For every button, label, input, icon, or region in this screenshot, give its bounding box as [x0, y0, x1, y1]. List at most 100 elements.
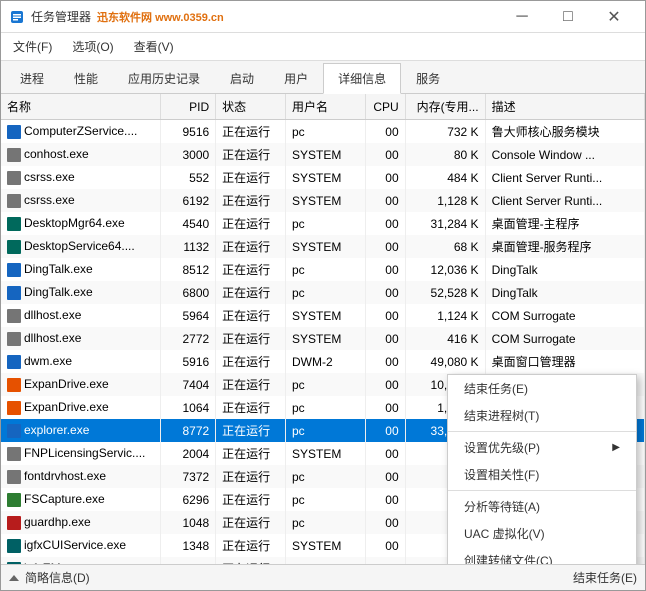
cell-cpu: 00	[365, 166, 405, 189]
window-title: 任务管理器	[31, 8, 91, 25]
cell-pid: 1132	[161, 235, 216, 258]
cell-name: csrss.exe	[1, 166, 161, 189]
cell-desc: 桌面窗口管理器	[485, 350, 644, 373]
cell-mem: 12,036 K	[405, 258, 485, 281]
col-header-name[interactable]: 名称	[1, 94, 161, 120]
menu-bar: 文件(F) 选项(O) 查看(V)	[1, 33, 645, 61]
cell-pid: 1048	[161, 511, 216, 534]
cell-name: DingTalk.exe	[1, 258, 161, 281]
col-header-status[interactable]: 状态	[216, 94, 286, 120]
status-brief-label: 简略信息(D)	[25, 569, 90, 586]
cell-user: pc	[286, 511, 366, 534]
tab-app-history[interactable]: 应用历史记录	[113, 63, 215, 93]
table-row[interactable]: DingTalk.exe 8512 正在运行 pc 00 12,036 K Di…	[1, 258, 645, 281]
cell-desc: Client Server Runti...	[485, 166, 644, 189]
triangle-up-icon	[9, 575, 19, 581]
cell-name: DesktopMgr64.exe	[1, 212, 161, 235]
cell-user: pc	[286, 281, 366, 304]
cell-name: csrss.exe	[1, 189, 161, 212]
cell-user: pc	[286, 120, 366, 144]
cell-mem: 31,284 K	[405, 212, 485, 235]
cell-cpu: 00	[365, 143, 405, 166]
table-row[interactable]: dwm.exe 5916 正在运行 DWM-2 00 49,080 K 桌面窗口…	[1, 350, 645, 373]
title-left: 任务管理器 迅东软件网 www.0359.cn	[9, 8, 224, 25]
tab-details[interactable]: 详细信息	[323, 63, 401, 94]
cell-status: 正在运行	[216, 166, 286, 189]
table-row[interactable]: DingTalk.exe 6800 正在运行 pc 00 52,528 K Di…	[1, 281, 645, 304]
cell-user: pc	[286, 373, 366, 396]
cell-desc: DingTalk	[485, 281, 644, 304]
cell-user: SYSTEM	[286, 304, 366, 327]
col-header-desc[interactable]: 描述	[485, 94, 644, 120]
cell-user: SYSTEM	[286, 189, 366, 212]
table-row[interactable]: csrss.exe 552 正在运行 SYSTEM 00 484 K Clien…	[1, 166, 645, 189]
cell-cpu: 00	[365, 281, 405, 304]
cell-user: pc	[286, 396, 366, 419]
context-menu-item[interactable]: 设置相关性(F)	[448, 461, 636, 488]
table-row[interactable]: csrss.exe 6192 正在运行 SYSTEM 00 1,128 K Cl…	[1, 189, 645, 212]
status-end-task[interactable]: 结束任务(E)	[573, 569, 637, 586]
cell-cpu: 00	[365, 212, 405, 235]
cell-name: dllhost.exe	[1, 304, 161, 327]
table-row[interactable]: dllhost.exe 2772 正在运行 SYSTEM 00 416 K CO…	[1, 327, 645, 350]
context-menu-item[interactable]: 设置优先级(P)▶	[448, 434, 636, 461]
cell-pid: 552	[161, 166, 216, 189]
tab-users[interactable]: 用户	[269, 63, 323, 93]
context-menu-item[interactable]: 结束进程树(T)	[448, 402, 636, 429]
context-menu-item[interactable]: 结束任务(E)	[448, 375, 636, 402]
close-button[interactable]: ✕	[591, 1, 637, 33]
cell-status: 正在运行	[216, 327, 286, 350]
cell-status: 正在运行	[216, 534, 286, 557]
table-row[interactable]: DesktopService64.... 1132 正在运行 SYSTEM 00…	[1, 235, 645, 258]
col-header-mem[interactable]: 内存(专用...	[405, 94, 485, 120]
menu-options[interactable]: 选项(O)	[64, 35, 121, 58]
tab-startup[interactable]: 启动	[215, 63, 269, 93]
cell-desc: Console Window ...	[485, 143, 644, 166]
end-task-label: 结束任务(E)	[573, 569, 637, 586]
context-menu-item[interactable]: UAC 虚拟化(V)	[448, 520, 636, 547]
cell-pid: 1064	[161, 396, 216, 419]
cell-desc: 鲁大师核心服务模块	[485, 120, 644, 144]
cell-name: conhost.exe	[1, 143, 161, 166]
col-header-pid[interactable]: PID	[161, 94, 216, 120]
cell-mem: 80 K	[405, 143, 485, 166]
cell-status: 正在运行	[216, 120, 286, 144]
tab-processes[interactable]: 进程	[5, 63, 59, 93]
cell-pid: 3000	[161, 143, 216, 166]
menu-file[interactable]: 文件(F)	[5, 35, 60, 58]
cell-pid: 5964	[161, 304, 216, 327]
cell-status: 正在运行	[216, 373, 286, 396]
tab-performance[interactable]: 性能	[59, 63, 113, 93]
cell-name: dwm.exe	[1, 350, 161, 373]
cell-mem: 416 K	[405, 327, 485, 350]
cell-name: FNPLicensingServic....	[1, 442, 161, 465]
cell-name: igfxCUIService.exe	[1, 534, 161, 557]
table-row[interactable]: ComputerZService.... 9516 正在运行 pc 00 732…	[1, 120, 645, 144]
cell-pid: 6800	[161, 281, 216, 304]
menu-view[interactable]: 查看(V)	[126, 35, 182, 58]
minimize-button[interactable]: ─	[499, 1, 545, 33]
cell-name: fontdrvhost.exe	[1, 465, 161, 488]
cell-name: DesktopService64....	[1, 235, 161, 258]
table-row[interactable]: dllhost.exe 5964 正在运行 SYSTEM 00 1,124 K …	[1, 304, 645, 327]
col-header-user[interactable]: 用户名	[286, 94, 366, 120]
cell-user: SYSTEM	[286, 235, 366, 258]
status-brief[interactable]: 简略信息(D)	[9, 569, 90, 586]
context-menu-item[interactable]: 创建转储文件(C)	[448, 547, 636, 564]
table-row[interactable]: DesktopMgr64.exe 4540 正在运行 pc 00 31,284 …	[1, 212, 645, 235]
col-header-cpu[interactable]: CPU	[365, 94, 405, 120]
cell-user: pc	[286, 557, 366, 564]
watermark-text: 迅东软件网 www.0359.cn	[97, 9, 224, 25]
cell-pid: 7372	[161, 465, 216, 488]
table-row[interactable]: conhost.exe 3000 正在运行 SYSTEM 00 80 K Con…	[1, 143, 645, 166]
cell-cpu: 00	[365, 189, 405, 212]
cell-status: 正在运行	[216, 419, 286, 442]
cell-pid: 8772	[161, 419, 216, 442]
tab-services[interactable]: 服务	[401, 63, 455, 93]
context-menu-item[interactable]: 分析等待链(A)	[448, 493, 636, 520]
maximize-button[interactable]: □	[545, 1, 591, 33]
cell-cpu: 00	[365, 442, 405, 465]
cell-pid: 2772	[161, 327, 216, 350]
process-table-container: 名称 PID 状态 用户名 CPU 内存(专用... 描述 ComputerZS…	[1, 94, 645, 564]
cell-user: SYSTEM	[286, 143, 366, 166]
